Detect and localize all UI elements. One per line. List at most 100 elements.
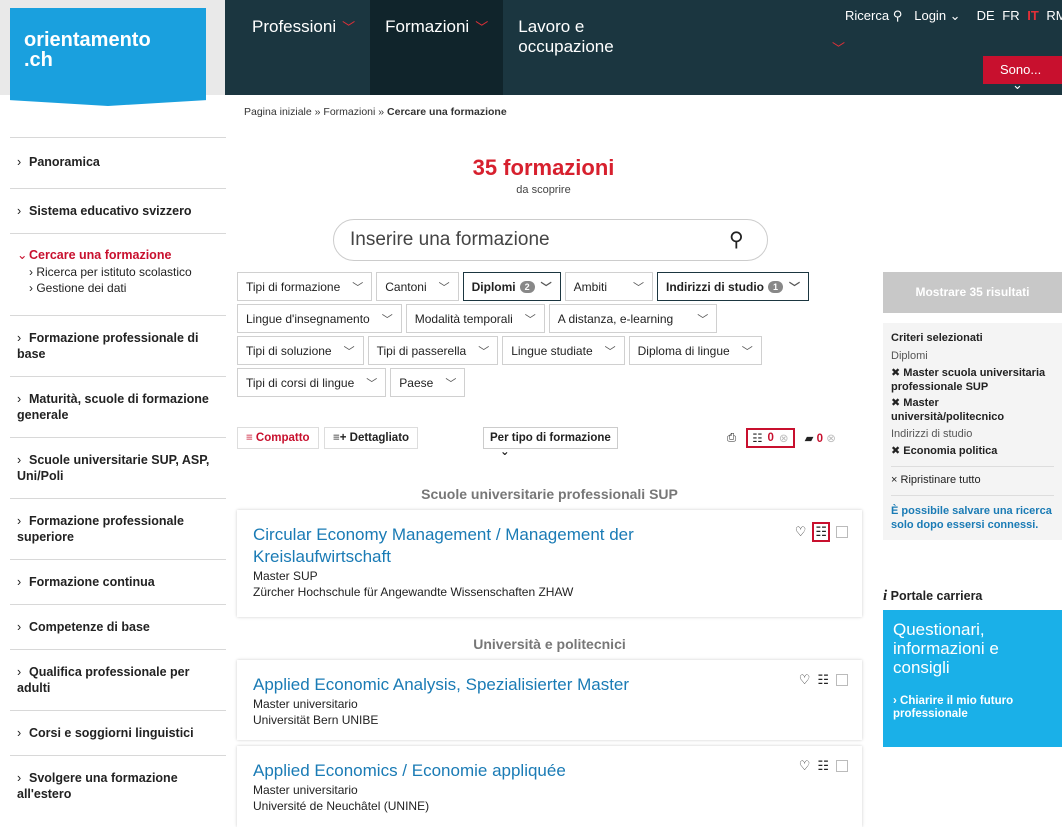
- compare-icon[interactable]: ☷: [812, 522, 830, 542]
- sidebar-item-cercare[interactable]: ⌄ Cercare una formazione › Ricerca per is…: [10, 233, 226, 315]
- saved-counter[interactable]: ▰ 0 ⊗: [805, 431, 836, 445]
- sort-select[interactable]: Per tipo di formazione ⌄: [483, 427, 618, 458]
- career-box[interactable]: Questionari, informazioni e consigli › C…: [883, 610, 1062, 747]
- chevron-down-icon: ﹀: [633, 281, 644, 294]
- select-checkbox[interactable]: [836, 526, 848, 538]
- sidebar-subitem-label: Ricerca per istituto scolastico: [36, 265, 192, 279]
- breadcrumb-home[interactable]: Pagina iniziale: [244, 106, 312, 118]
- result-title[interactable]: Applied Economic Analysis, Spezialisiert…: [253, 674, 846, 696]
- result-title[interactable]: Applied Economics / Economie appliquée: [253, 760, 846, 782]
- filter-tipi-passerella[interactable]: Tipi di passerella ﹀: [367, 336, 499, 365]
- heart-icon[interactable]: ♡: [795, 524, 807, 540]
- sono-button[interactable]: Sono... ⌄: [983, 56, 1062, 92]
- heart-icon[interactable]: ♡: [799, 758, 811, 774]
- nav-professioni[interactable]: Professioni ﹀: [237, 0, 370, 95]
- nav-label: Lavoro e occupazione: [518, 17, 614, 56]
- result-card[interactable]: Applied Economics / Economie appliquée M…: [237, 746, 862, 827]
- clear-icon[interactable]: ⊗: [826, 433, 836, 445]
- sidebar-item-formazione-base[interactable]: › Formazione professionale di base: [10, 315, 226, 376]
- lang-de[interactable]: DE: [977, 8, 995, 23]
- results-number: 35 formazioni: [472, 155, 615, 180]
- filter-tipi-soluzione[interactable]: Tipi di soluzione ﹀: [237, 336, 364, 365]
- select-checkbox[interactable]: [836, 760, 848, 772]
- chevron-down-icon: ﹀: [741, 345, 753, 358]
- logo-text[interactable]: orientamento .ch: [24, 30, 151, 70]
- view-label: Compatto: [255, 432, 310, 444]
- filter-tipi-corsi[interactable]: Tipi di corsi di lingue ﹀: [237, 368, 387, 397]
- heart-icon[interactable]: ♡: [799, 672, 811, 688]
- compare-icon[interactable]: ☷: [816, 758, 830, 774]
- folder-icon: ▰: [804, 433, 814, 445]
- show-results-button[interactable]: Mostrare 35 risultati: [883, 272, 1062, 313]
- sidebar-item-panoramica[interactable]: › Panoramica: [10, 137, 226, 188]
- remove-icon: ✖: [891, 445, 901, 457]
- sidebar-subitem-gestione[interactable]: › Gestione dei dati: [17, 281, 226, 295]
- criteria-value[interactable]: ✖ Economia politica: [891, 444, 1054, 458]
- breadcrumb-section[interactable]: Formazioni: [323, 106, 375, 118]
- lang-rm[interactable]: RM: [1046, 8, 1062, 23]
- filter-diploma-lingue[interactable]: Diploma di lingue ﹀: [628, 336, 762, 365]
- compare-counter[interactable]: ☷ 0 ⊗: [746, 428, 795, 448]
- search-icon[interactable]: ⚲: [729, 227, 744, 252]
- filter-diplomi[interactable]: Diplomi 2 ﹀: [462, 272, 561, 301]
- reset-all-link[interactable]: × Ripristinare tutto: [891, 466, 1054, 487]
- filter-distanza[interactable]: A distanza, e-learning ﹀: [548, 304, 718, 333]
- search-label: Ricerca: [845, 8, 890, 23]
- lang-fr[interactable]: FR: [1002, 8, 1019, 23]
- filter-ambiti[interactable]: Ambiti ﹀: [564, 272, 653, 301]
- criteria-value[interactable]: ✖ Master scuola universitaria profession…: [891, 366, 1054, 394]
- selected-criteria: Criteri selezionati Diplomi ✖ Master scu…: [883, 323, 1062, 540]
- sidebar-item-label: Scuole universitarie SUP, ASP, Uni/Poli: [17, 453, 210, 483]
- search-icon: ⚲: [892, 8, 903, 23]
- criteria-value[interactable]: ✖ Master università/politecnico: [891, 396, 1054, 424]
- criteria-value-label: Economia politica: [903, 445, 998, 457]
- sidebar-item-estero[interactable]: › Svolgere una formazione all'estero: [10, 755, 226, 816]
- login-link[interactable]: Login ⌄: [914, 8, 960, 24]
- view-detailed-button[interactable]: ≡+ Dettagliato: [324, 427, 419, 449]
- filter-count-badge: 2: [519, 280, 535, 293]
- filter-lingue-insegnamento[interactable]: Lingue d'insegnamento ﹀: [237, 304, 402, 333]
- filter-panel: Tipi di formazione ﹀ Cantoni ﹀ Diplomi 2 ﹀ A…: [237, 272, 862, 400]
- print-icon[interactable]: ⎙: [727, 432, 736, 445]
- filter-label: Indirizzi di studio: [666, 279, 764, 294]
- chevron-down-icon: ﹀: [478, 345, 490, 358]
- sidebar-item-qualifica[interactable]: › Qualifica professionale per adulti: [10, 649, 226, 710]
- filter-indirizzi[interactable]: Indirizzi di studio 1 ﹀: [657, 272, 810, 301]
- result-type: Master SUP: [253, 569, 318, 583]
- career-box-link[interactable]: › Chiarire il mio futuro professionale: [893, 695, 1052, 721]
- compare-icon[interactable]: ☷: [816, 672, 830, 688]
- results-toolbar: ≡ Compatto ≡+ Dettagliato Per tipo di fo…: [237, 427, 862, 458]
- sidebar-item-competenze[interactable]: › Competenze di base: [10, 604, 226, 649]
- logo-line1: orientamento: [24, 29, 151, 51]
- filter-tipi-formazione[interactable]: Tipi di formazione ﹀: [237, 272, 373, 301]
- filter-paese[interactable]: Paese ﹀: [390, 368, 466, 397]
- clear-icon[interactable]: ⊗: [779, 431, 789, 445]
- chevron-right-icon: ›: [17, 726, 22, 740]
- select-checkbox[interactable]: [836, 674, 848, 686]
- sidebar-item-maturita[interactable]: › Maturità, scuole di formazione generale: [10, 376, 226, 437]
- sidebar-item-continua[interactable]: › Formazione continua: [10, 559, 226, 604]
- result-card[interactable]: Circular Economy Management / Management…: [237, 510, 862, 617]
- lang-it[interactable]: IT: [1027, 8, 1039, 23]
- filter-lingue-studiate[interactable]: Lingue studiate ﹀: [502, 336, 625, 365]
- sidebar-item-scuole-universitarie[interactable]: › Scuole universitarie SUP, ASP, Uni/Poli: [10, 437, 226, 498]
- filter-cantoni[interactable]: Cantoni ﹀: [376, 272, 459, 301]
- list-icon: ≡: [246, 432, 253, 444]
- result-title[interactable]: Circular Economy Management / Management…: [253, 524, 653, 568]
- sidebar-item-sistema[interactable]: › Sistema educativo svizzero: [10, 188, 226, 233]
- criteria-value-label: Master università/politecnico: [891, 397, 1005, 423]
- sidebar-item-corsi[interactable]: › Corsi e soggiorni linguistici: [10, 710, 226, 755]
- sidebar-item-professionale-superiore[interactable]: › Formazione professionale superiore: [10, 498, 226, 559]
- result-type: Master universitario: [253, 783, 358, 797]
- view-compact-button[interactable]: ≡ Compatto: [237, 427, 319, 449]
- login-label: Login: [914, 8, 947, 23]
- search-link[interactable]: Ricerca ⚲: [845, 8, 902, 24]
- save-search-note[interactable]: È possibile salvare una ricerca solo dop…: [891, 495, 1054, 532]
- sidebar-subitem-istituto[interactable]: › Ricerca per istituto scolastico: [17, 265, 226, 279]
- nav-formazioni[interactable]: Formazioni ﹀: [370, 0, 504, 95]
- result-card[interactable]: Applied Economic Analysis, Spezialisiert…: [237, 660, 862, 740]
- search-input[interactable]: Inserire una formazione ⚲: [333, 219, 768, 261]
- criteria-title: Criteri selezionati: [891, 332, 983, 344]
- nav-lavoro[interactable]: Lavoro e occupazione ﹀: [503, 0, 845, 95]
- filter-modalita[interactable]: Modalità temporali ﹀: [405, 304, 545, 333]
